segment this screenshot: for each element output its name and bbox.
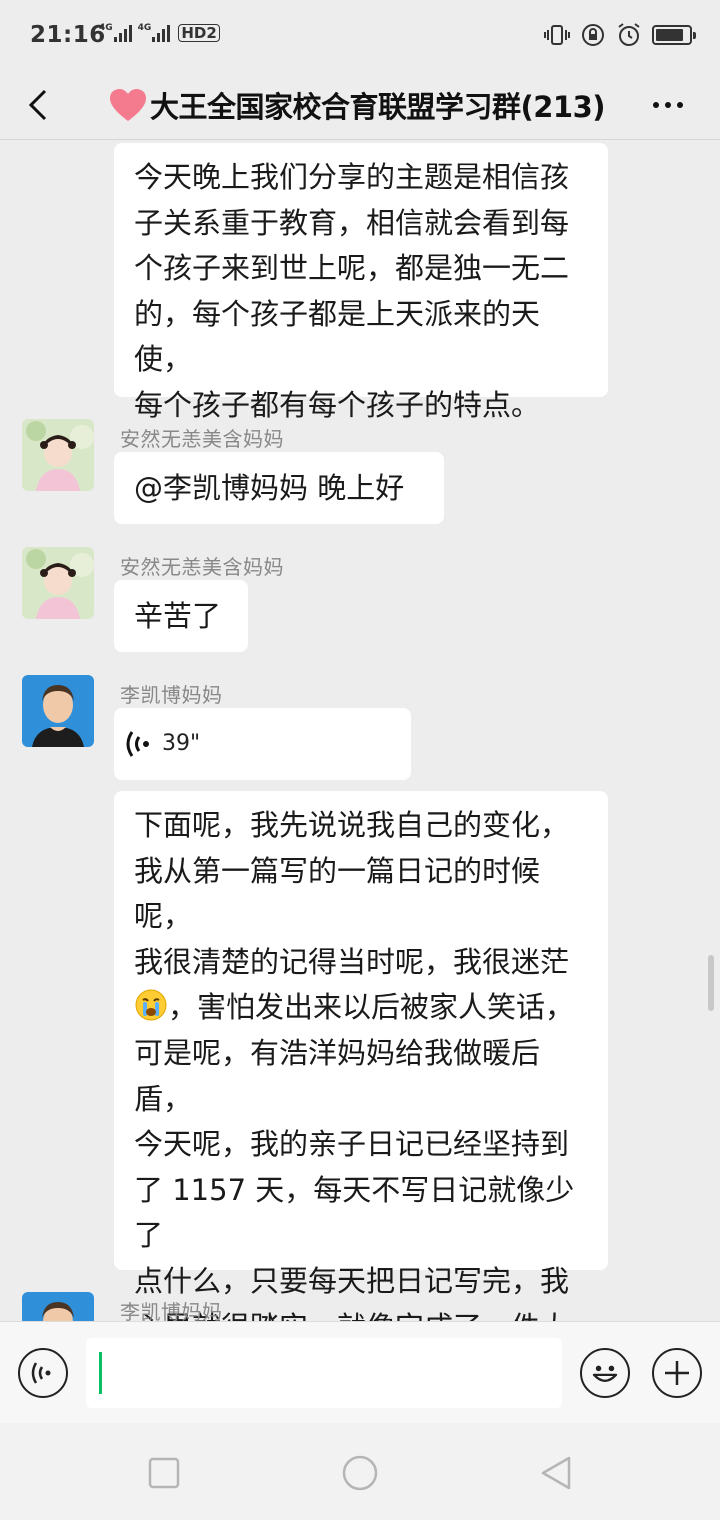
voice-input-icon	[31, 1362, 51, 1384]
chat-header: 大王全国家校合育联盟学习群(213)	[0, 70, 720, 140]
heart-icon	[110, 89, 146, 121]
hd-badge: HD2	[178, 24, 220, 42]
triangle-back-icon	[541, 1456, 571, 1490]
avatar-girl-image	[22, 419, 94, 491]
sender-name: 李凯博妈妈	[120, 683, 223, 707]
message-bubble[interactable]: 辛苦了	[114, 580, 248, 652]
sender-name: 李凯博妈妈	[120, 1300, 223, 1321]
network-indicators: 4G 4G HD2	[99, 24, 220, 42]
message-text: 辛苦了	[134, 599, 222, 633]
avatar[interactable]	[22, 1292, 94, 1321]
rotation-lock-icon	[582, 24, 604, 46]
network-2-label: 4G	[137, 23, 152, 33]
scrollbar-thumb[interactable]	[708, 955, 714, 1011]
system-back-button[interactable]	[536, 1453, 576, 1493]
emoji-button[interactable]	[580, 1348, 630, 1398]
alarm-icon	[618, 23, 640, 46]
message-bubble[interactable]: 下面呢，我先说说我自己的变化， 我从第一篇写的一篇日记的时候呢， 我很清楚的记得…	[114, 791, 608, 1321]
circle-icon	[342, 1455, 378, 1491]
voice-message-bubble[interactable]: 39"	[114, 708, 411, 780]
voice-input-button[interactable]	[18, 1348, 68, 1398]
message-list[interactable]: 今天晚上我们分享的主题是相信孩 子关系重于教育，相信就会看到每 个孩子来到世上呢…	[0, 141, 720, 1321]
add-button[interactable]	[652, 1348, 702, 1398]
message-bubble[interactable]: @李凯博妈妈 晚上好	[114, 452, 444, 524]
voice-duration: 39"	[162, 731, 201, 757]
message-text-part: 下面呢，我先说说我自己的变化， 我从第一篇写的一篇日记的时候呢， 我很清楚的记得…	[134, 808, 570, 979]
message-text: 今天晚上我们分享的主题是相信孩 子关系重于教育，相信就会看到每 个孩子来到世上呢…	[134, 160, 570, 422]
message-input[interactable]	[86, 1338, 562, 1408]
smiley-icon	[592, 1365, 618, 1382]
signal-1-icon: 4G	[99, 24, 132, 42]
avatar[interactable]	[22, 675, 94, 747]
sender-name: 安然无恙美含妈妈	[120, 427, 284, 451]
text-caret	[99, 1352, 102, 1394]
avatar[interactable]	[22, 419, 94, 491]
more-dots-icon	[653, 102, 659, 108]
message-bubble[interactable]: 今天晚上我们分享的主题是相信孩 子关系重于教育，相信就会看到每 个孩子来到世上呢…	[114, 143, 608, 422]
status-bar: 21:16 4G 4G HD2	[0, 0, 720, 70]
avatar-woman-image	[22, 1292, 94, 1321]
vibrate-icon	[544, 25, 570, 45]
avatar-woman-image	[22, 675, 94, 747]
recents-button[interactable]	[144, 1453, 184, 1493]
message-text-part: ，害怕发出来以后被家人笑话， 可是呢，有浩洋妈妈给我做暖后盾， 今天呢，我的亲子…	[134, 990, 575, 1321]
sender-name: 安然无恙美含妈妈	[120, 555, 284, 579]
battery-icon	[652, 25, 696, 45]
avatar[interactable]	[22, 547, 94, 619]
battery-level	[656, 29, 684, 41]
back-button[interactable]	[18, 78, 58, 132]
system-navigation-bar	[0, 1423, 720, 1520]
home-button[interactable]	[340, 1453, 380, 1493]
square-icon	[148, 1457, 180, 1489]
avatar-girl-image	[22, 547, 94, 619]
chevron-left-icon	[28, 89, 47, 121]
network-1-label: 4G	[99, 23, 113, 33]
chat-title-area: 大王全国家校合育联盟学习群(213)	[108, 78, 606, 132]
plus-icon	[665, 1361, 689, 1385]
signal-2-icon: 4G	[138, 24, 171, 42]
status-right	[544, 22, 696, 48]
page-title: 大王全国家校合育联盟学习群(213)	[150, 90, 606, 124]
status-time: 21:16	[30, 22, 106, 48]
more-options-button[interactable]	[648, 78, 688, 132]
message-text: @李凯博妈妈 晚上好	[134, 471, 405, 505]
crying-face-icon	[135, 989, 167, 1021]
input-bar	[0, 1321, 720, 1423]
voice-wave-icon	[126, 731, 149, 757]
